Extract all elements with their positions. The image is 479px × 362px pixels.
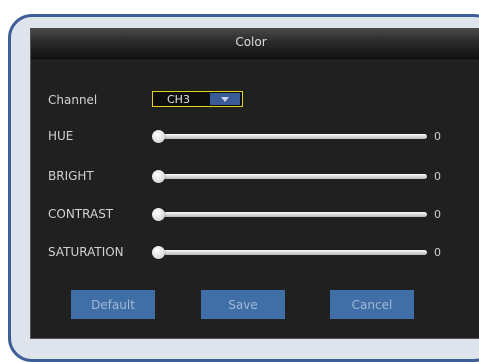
contrast-label: CONTRAST bbox=[48, 207, 114, 221]
channel-select[interactable]: CH3 bbox=[152, 91, 243, 107]
hue-slider[interactable] bbox=[152, 130, 427, 144]
bright-slider-knob[interactable] bbox=[152, 170, 165, 183]
cancel-button[interactable]: Cancel bbox=[330, 290, 414, 319]
color-dialog: Color Channel CH3 HUE 0 BRIGHT 0 CONTRAS… bbox=[30, 28, 479, 339]
dialog-title: Color bbox=[235, 35, 267, 49]
hue-slider-track[interactable] bbox=[156, 134, 427, 139]
saturation-slider[interactable] bbox=[152, 246, 427, 260]
chevron-down-icon bbox=[221, 97, 229, 102]
saturation-label: SATURATION bbox=[48, 245, 124, 259]
channel-label: Channel bbox=[48, 93, 98, 107]
dropdown-button[interactable] bbox=[210, 93, 240, 105]
contrast-slider-knob[interactable] bbox=[152, 208, 165, 221]
hue-value: 0 bbox=[434, 130, 441, 143]
bright-label: BRIGHT bbox=[48, 169, 94, 183]
saturation-slider-track[interactable] bbox=[156, 250, 427, 255]
bright-value: 0 bbox=[434, 170, 441, 183]
dialog-titlebar: Color bbox=[31, 28, 479, 59]
channel-select-value: CH3 bbox=[167, 93, 190, 106]
contrast-slider-track[interactable] bbox=[156, 212, 427, 217]
saturation-slider-knob[interactable] bbox=[152, 246, 165, 259]
contrast-value: 0 bbox=[434, 208, 441, 221]
hue-slider-knob[interactable] bbox=[152, 130, 165, 143]
saturation-value: 0 bbox=[434, 246, 441, 259]
contrast-slider[interactable] bbox=[152, 208, 427, 222]
save-button[interactable]: Save bbox=[201, 290, 285, 319]
bright-slider-track[interactable] bbox=[156, 174, 427, 179]
default-button[interactable]: Default bbox=[71, 290, 155, 319]
bright-slider[interactable] bbox=[152, 170, 427, 184]
hue-label: HUE bbox=[48, 129, 74, 143]
